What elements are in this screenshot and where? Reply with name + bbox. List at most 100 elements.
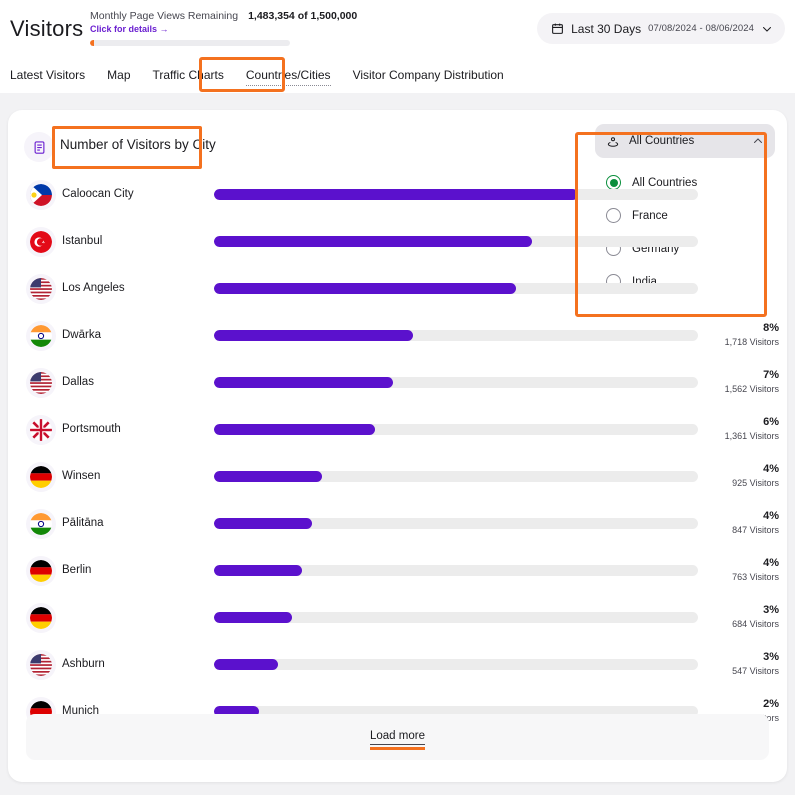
bar-track — [214, 659, 698, 670]
table-row[interactable]: Los Angeles — [8, 266, 787, 313]
quota-label: Monthly Page Views Remaining — [90, 10, 238, 22]
bar-track — [214, 236, 698, 247]
bar-track — [214, 377, 698, 388]
table-row[interactable]: Winsen 4%925 Visitors — [8, 454, 787, 501]
date-range-label: Last 30 Days — [571, 22, 641, 36]
bar-track — [214, 612, 698, 623]
city-name: Portsmouth — [62, 423, 121, 435]
flag-icon-de — [26, 462, 56, 492]
percent-value: 8% — [683, 321, 779, 336]
quota-widget: Monthly Page Views Remaining 1,483,354 o… — [90, 10, 390, 46]
table-row[interactable]: 3%684 Visitors — [8, 595, 787, 642]
date-range-picker[interactable]: Last 30 Days 07/08/2024 - 08/06/2024 — [537, 13, 785, 44]
table-row[interactable]: Istanbul — [8, 219, 787, 266]
load-more-button[interactable]: Load more — [370, 730, 425, 745]
visitors-value: 847 Visitors — [683, 524, 779, 537]
flag-icon-us — [26, 274, 56, 304]
card-title: Number of Visitors by City — [60, 137, 216, 152]
visitors-value: 1,718 Visitors — [683, 336, 779, 349]
visitors-value: 1,361 Visitors — [683, 430, 779, 443]
calendar-icon — [551, 22, 564, 35]
tab-traffic-charts[interactable]: Traffic Charts — [142, 64, 235, 86]
bar-fill — [214, 330, 413, 341]
table-row[interactable]: Dwārka 8%1,718 Visitors — [8, 313, 787, 360]
percent-value: 7% — [683, 368, 779, 383]
percent-value: 4% — [683, 462, 779, 477]
city-name: Winsen — [62, 470, 100, 482]
visitors-by-city-card: Number of Visitors by City All Countries… — [8, 110, 787, 782]
row-stats: 8%1,718 Visitors — [683, 321, 779, 349]
date-range-dates: 07/08/2024 - 08/06/2024 — [648, 23, 754, 34]
flag-icon-tr — [26, 227, 56, 257]
load-more-bar: Load more — [26, 714, 769, 760]
flag-icon-us — [26, 368, 56, 398]
bar-fill — [214, 236, 532, 247]
tab-map[interactable]: Map — [96, 64, 141, 86]
chevron-up-icon — [752, 135, 764, 147]
active-tab-underline — [246, 85, 331, 86]
table-row[interactable]: Ashburn3%547 Visitors — [8, 642, 787, 689]
load-more-label: Load more — [370, 730, 425, 742]
tab-label: Latest Visitors — [10, 68, 85, 82]
bar-track — [214, 518, 698, 529]
bar-track — [214, 424, 698, 435]
row-stats: 4%763 Visitors — [683, 556, 779, 584]
table-row[interactable]: Pālitāna4%847 Visitors — [8, 501, 787, 548]
tab-countries-cities[interactable]: Countries/Cities — [235, 64, 342, 86]
flag-icon-gb — [26, 415, 56, 445]
city-name: Ashburn — [62, 658, 105, 670]
top-bar: Visitors Monthly Page Views Remaining 1,… — [0, 0, 795, 56]
city-list: Caloocan City Istanbul Los Angeles Dwārka 8%… — [8, 172, 787, 736]
page-title: Visitors — [10, 16, 83, 42]
city-name: Istanbul — [62, 235, 102, 247]
visitors-value: 763 Visitors — [683, 571, 779, 584]
percent-value: 4% — [683, 509, 779, 524]
tab-visitor-company-distribution[interactable]: Visitor Company Distribution — [342, 64, 515, 86]
table-row[interactable]: Portsmouth 6%1,361 Visitors — [8, 407, 787, 454]
country-filter-trigger[interactable]: All Countries — [595, 124, 775, 158]
visitors-value: 1,562 Visitors — [683, 383, 779, 396]
percent-value: 4% — [683, 556, 779, 571]
bar-track — [214, 330, 698, 341]
bar-fill — [214, 471, 322, 482]
card-header: Number of Visitors by City All Countries… — [8, 110, 787, 172]
quota-count: 1,483,354 of 1,500,000 — [248, 10, 357, 22]
city-name: Dwārka — [62, 329, 101, 341]
bar-track — [214, 471, 698, 482]
tab-latest-visitors[interactable]: Latest Visitors — [10, 64, 96, 86]
quota-details-link[interactable]: Click for details → — [90, 24, 390, 34]
percent-value: 2% — [683, 697, 779, 712]
quota-progress-track — [90, 40, 290, 46]
city-name: Berlin — [62, 564, 91, 576]
flag-icon-de — [26, 556, 56, 586]
tab-bar: Latest Visitors Map Traffic Charts Count… — [0, 56, 795, 93]
country-filter-value: All Countries — [629, 135, 743, 147]
load-more-highlight — [370, 747, 425, 750]
bar-fill — [214, 424, 375, 435]
percent-value: 6% — [683, 415, 779, 430]
table-row[interactable]: Berlin 4%763 Visitors — [8, 548, 787, 595]
quota-progress-fill — [90, 40, 94, 46]
city-name: Los Angeles — [62, 282, 125, 294]
table-row[interactable]: Dallas7%1,562 Visitors — [8, 360, 787, 407]
visitors-value: 684 Visitors — [683, 618, 779, 631]
tab-label: Traffic Charts — [153, 68, 224, 82]
report-icon — [24, 132, 54, 162]
flag-icon-in — [26, 509, 56, 539]
percent-value: 3% — [683, 603, 779, 618]
tab-label: Map — [107, 68, 130, 82]
bar-fill — [214, 283, 516, 294]
flag-icon-in — [26, 321, 56, 351]
bar-fill — [214, 518, 312, 529]
bar-fill — [214, 377, 393, 388]
row-stats: 4%925 Visitors — [683, 462, 779, 490]
tab-label: Countries/Cities — [246, 68, 331, 82]
visitors-value: 547 Visitors — [683, 665, 779, 678]
bar-fill — [214, 612, 292, 623]
bar-fill — [214, 659, 278, 670]
row-stats: 3%684 Visitors — [683, 603, 779, 631]
bar-fill — [214, 189, 578, 200]
row-stats: 4%847 Visitors — [683, 509, 779, 537]
tab-label: Visitor Company Distribution — [353, 68, 504, 82]
table-row[interactable]: Caloocan City — [8, 172, 787, 219]
